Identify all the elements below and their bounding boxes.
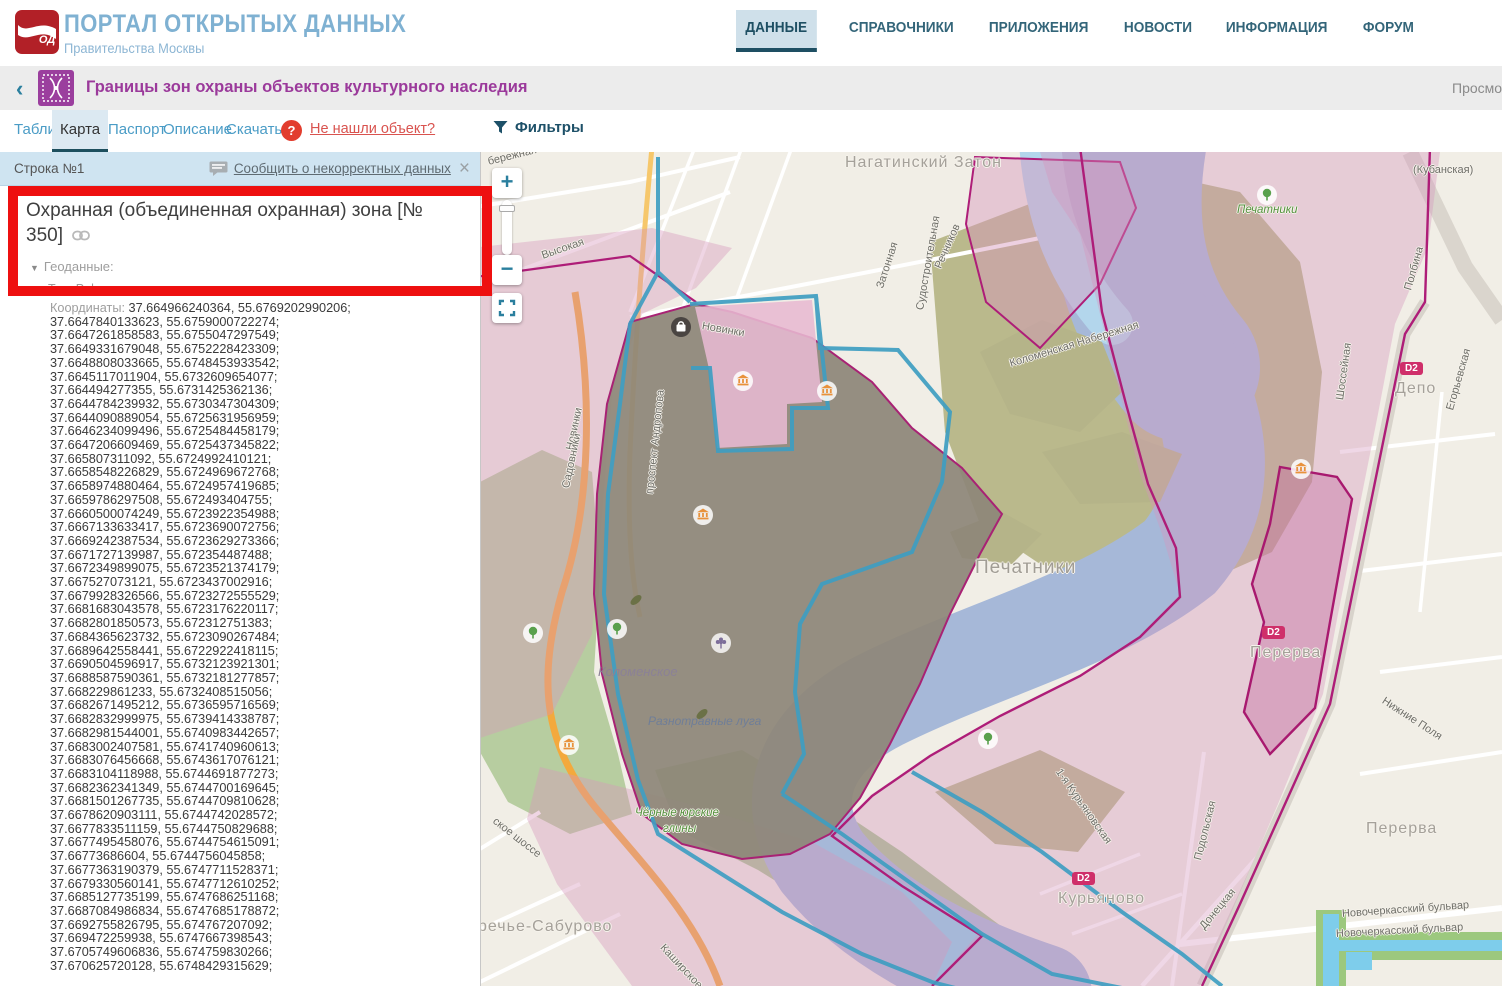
- coordinate-line: 37.6669242387534, 55.6723629273366;: [50, 535, 470, 549]
- geodata-toggle[interactable]: ▼Геоданные:: [30, 259, 114, 274]
- nav-item-spravochniki[interactable]: СПРАВОЧНИКИ: [847, 10, 956, 48]
- coordinate-line: 37.6658974880464, 55.6724957419685;: [50, 480, 470, 494]
- coordinate-line: 37.6671727139987, 55.672354487488;: [50, 549, 470, 563]
- coordinate-line: 37.6644090889054, 55.6725631956959;: [50, 412, 470, 426]
- portal-subtitle: Правительства Москвы: [64, 40, 204, 56]
- coordinate-line: 37.6688587590361, 55.6732181277857;: [50, 672, 470, 686]
- coordinate-line: 37.6648808033665, 55.6748453933542;: [50, 357, 470, 371]
- coordinate-line: 37.6667133633417, 55.6723690072756;: [50, 521, 470, 535]
- coordinate-line: 37.6645117011904, 55.6732609654077;: [50, 371, 470, 385]
- coordinate-line: 37.66773686604, 55.6744756045858;: [50, 850, 470, 864]
- coordinate-line: 37.6683076456668, 55.6743617076121;: [50, 754, 470, 768]
- dataset-title: Границы зон охраны объектов культурного …: [86, 78, 528, 97]
- coordinate-line: 37.6681683043578, 55.6723176220117;: [50, 603, 470, 617]
- coordinate-line: 37.6647261858583, 55.6755047297549;: [50, 329, 470, 343]
- coordinate-line: 37.6677833511159, 55.6744750829688;: [50, 823, 470, 837]
- panel-header: Строка №1 Сообщить о некорректных данных…: [0, 152, 480, 186]
- back-icon[interactable]: ‹: [16, 76, 23, 102]
- coordinate-line: 37.6677363190379, 55.6747711528371;: [50, 864, 470, 878]
- nav-item-prilozheniya[interactable]: ПРИЛОЖЕНИЯ: [987, 10, 1090, 48]
- row-title: Строка №1: [14, 161, 84, 176]
- coordinate-line: 37.6659786297508, 55.672493404755;: [50, 494, 470, 508]
- triangle-down-icon: ▼: [30, 263, 39, 273]
- coordinate-line: 37.664494277355, 55.6731425362136;: [50, 384, 470, 398]
- link-icon[interactable]: [72, 223, 90, 248]
- close-icon[interactable]: ×: [459, 159, 470, 178]
- coordinate-line: 37.6682671495212, 55.6736595716569;: [50, 699, 470, 713]
- tabs-bar: Таблица Карта Паспорт Описание Скачать ⌄…: [0, 110, 1502, 152]
- coordinate-line: 37.6660500074249, 55.6723922354988;: [50, 508, 470, 522]
- main-nav: ДАННЫЕ СПРАВОЧНИКИ ПРИЛОЖЕНИЯ НОВОСТИ ИН…: [736, 10, 1419, 52]
- nav-item-informatsiya[interactable]: ИНФОРМАЦИЯ: [1224, 10, 1329, 48]
- map-canvas[interactable]: Нагатинский ЗатонбережнаяВысокаяСудостро…: [480, 152, 1502, 986]
- coordinate-line: 37.6682832999975, 55.6739414338787;: [50, 713, 470, 727]
- nav-item-forum[interactable]: ФОРУМ: [1361, 10, 1416, 48]
- filter-funnel-icon: [493, 120, 508, 135]
- coordinate-line: 37.6649331679048, 55.6752228423309;: [50, 343, 470, 357]
- svg-text:ОД: ОД: [39, 34, 55, 46]
- nav-item-novosti[interactable]: НОВОСТИ: [1122, 10, 1194, 48]
- app-header: ОД ПОРТАЛ ОТКРЫТЫХ ДАННЫХ Правительства …: [0, 0, 1502, 66]
- object-not-found-link[interactable]: Не нашли объект?: [310, 121, 435, 137]
- portal-logo-icon[interactable]: ОД: [14, 9, 60, 55]
- coordinate-line: 37.6678620903111, 55.6744742028572;: [50, 809, 470, 823]
- coordinate-line: 37.6644784239932, 55.6730347304309;: [50, 398, 470, 412]
- report-incorrect-data-link[interactable]: Сообщить о некорректных данных: [209, 161, 451, 176]
- coordinate-line: 37.6687084986834, 55.6747685178872;: [50, 905, 470, 919]
- views-label: Просмотр: [1452, 80, 1502, 96]
- coordinate-line: 37.6646234099496, 55.6725484458179;: [50, 425, 470, 439]
- filters-button[interactable]: Фильтры: [493, 119, 584, 136]
- coordinate-line: 37.6647206609469, 55.6725437345822;: [50, 439, 470, 453]
- coordinate-line: 37.6682801850573, 55.672312751383;: [50, 617, 470, 631]
- coordinate-line: 37.6690504596917, 55.6732123921301;: [50, 658, 470, 672]
- coordinate-line: 37.6679928326566, 55.6723272555529;: [50, 590, 470, 604]
- coordinates-list: Координаты: 37.664966240364, 55.67692029…: [0, 302, 470, 973]
- coordinate-line: 37.6677495458076, 55.6744754615091;: [50, 836, 470, 850]
- help-icon[interactable]: ?: [281, 120, 302, 141]
- coordinate-line: 37.670625720128, 55.6748429315629;: [50, 960, 470, 974]
- zoom-out-button[interactable]: −: [492, 255, 522, 285]
- breadcrumb-bar: ‹ Границы зон охраны объектов культурног…: [0, 66, 1502, 110]
- coordinate-line: 37.669472259938, 55.6747667398543;: [50, 932, 470, 946]
- coordinate-line: 37.6683002407581, 55.6741740960613;: [50, 741, 470, 755]
- portal-title: ПОРТАЛ ОТКРЫТЫХ ДАННЫХ: [64, 10, 406, 39]
- coordinate-line: 37.6689642558441, 55.6722922418115;: [50, 645, 470, 659]
- coordinate-line: 37.6682981544001, 55.6740983442657;: [50, 727, 470, 741]
- coordinate-line: 37.6679330560141, 55.6747712610252;: [50, 878, 470, 892]
- object-panel: Строка №1 Сообщить о некорректных данных…: [0, 152, 481, 986]
- coordinate-line: 37.668229861233, 55.6732408515056;: [50, 686, 470, 700]
- coordinate-line: 37.6658548226829, 55.6724969672768;: [50, 466, 470, 480]
- coordinate-line: 37.6705749606836, 55.674759830266;: [50, 946, 470, 960]
- coordinate-line: 37.6684365623732, 55.6723090267484;: [50, 631, 470, 645]
- nav-item-dannye[interactable]: ДАННЫЕ: [736, 10, 816, 52]
- object-title: Охранная (объединенная охранная) зона [№…: [26, 198, 428, 248]
- coordinate-line: 37.6685127735199, 55.6747686251168;: [50, 891, 470, 905]
- comment-bubble-icon: [209, 161, 228, 176]
- map-base-layer: [480, 152, 1502, 986]
- zoom-slider[interactable]: [502, 200, 512, 255]
- coordinate-line: 37.6682362341349, 55.6744700169645;: [50, 782, 470, 796]
- coordinate-line: 37.6647840133623, 55.6759000722274;: [50, 316, 470, 330]
- coordinate-line: 37.6692755826795, 55.674767207092;: [50, 919, 470, 933]
- fullscreen-button[interactable]: [492, 293, 522, 323]
- coordinate-line: 37.665807311092, 55.6724992410121;: [50, 453, 470, 467]
- coordinate-line: 37.667527073121, 55.6723437002916;: [50, 576, 470, 590]
- coordinate-line: 37.6683104118988, 55.6744691877273;: [50, 768, 470, 782]
- coordinate-line: 37.6681501267735, 55.6744709810628;: [50, 795, 470, 809]
- coordinate-line: 37.6672349899075, 55.6723521374179;: [50, 562, 470, 576]
- zoom-slider-handle[interactable]: [499, 205, 515, 212]
- geo-type: Тип: Polygon: [48, 282, 121, 296]
- zoom-in-button[interactable]: +: [492, 168, 522, 198]
- dataset-icon: [38, 70, 74, 106]
- coordinate-line: Координаты: 37.664966240364, 55.67692029…: [50, 302, 470, 316]
